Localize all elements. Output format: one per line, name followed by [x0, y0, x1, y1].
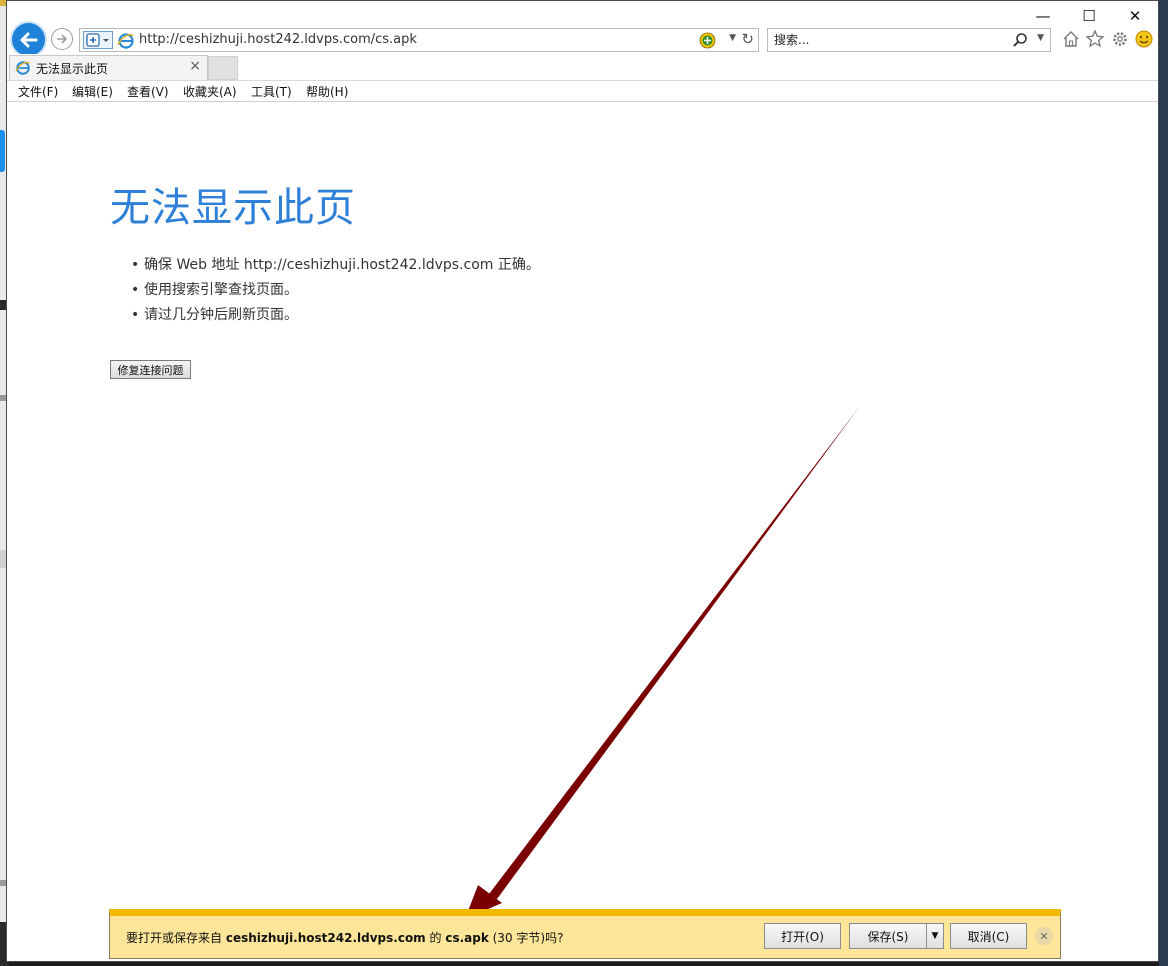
download-host: ceshizhuji.host242.ldvps.com: [225, 931, 426, 945]
save-dropdown-button[interactable]: ▼: [926, 923, 944, 949]
home-icon[interactable]: [1061, 29, 1081, 49]
forward-button[interactable]: [51, 28, 73, 50]
search-box[interactable]: ▼: [767, 28, 1051, 52]
menu-tools[interactable]: 工具(T): [251, 83, 292, 100]
tip-item: 使用搜索引擎查找页面。: [129, 280, 540, 305]
error-title: 无法显示此页: [110, 185, 356, 231]
back-button[interactable]: [10, 21, 47, 58]
menu-help[interactable]: 帮助(H): [306, 83, 348, 100]
error-tips-list: 确保 Web 地址 http://ceshizhuji.host242.ldvp…: [129, 255, 540, 330]
download-filename: cs.apk: [445, 931, 489, 945]
menu-bar: 文件(F) 编辑(E) 查看(V) 收藏夹(A) 工具(T) 帮助(H): [7, 80, 1158, 102]
url-text: http://ceshizhuji.host242.ldvps.com/cs.a…: [139, 32, 417, 47]
desktop-right-edge: [1159, 0, 1168, 966]
security-shield-icon[interactable]: [83, 31, 113, 49]
star-icon[interactable]: [1085, 29, 1105, 49]
close-window-button[interactable]: ✕: [1112, 3, 1158, 29]
fix-connection-button[interactable]: 修复连接问题: [110, 360, 191, 379]
tip-item: 确保 Web 地址 http://ceshizhuji.host242.ldvp…: [129, 255, 540, 280]
menu-view[interactable]: 查看(V): [127, 83, 169, 100]
address-bar[interactable]: http://ceshizhuji.host242.ldvps.com/cs.a…: [79, 28, 759, 52]
menu-favorites[interactable]: 收藏夹(A): [183, 83, 237, 100]
minimize-button[interactable]: —: [1020, 3, 1066, 29]
ie-page-icon: [117, 33, 134, 49]
refresh-icon[interactable]: ↻: [741, 30, 754, 48]
desktop-tile: [0, 130, 5, 172]
open-button[interactable]: 打开(O): [764, 923, 841, 949]
search-dropdown-icon[interactable]: ▼: [1037, 33, 1044, 43]
cancel-button[interactable]: 取消(C): [950, 923, 1027, 949]
arrow-right-icon: [57, 34, 68, 44]
ie-tab-icon: [15, 61, 30, 75]
title-bar: — ☐ ✕ http://ceshizhuji.host242.ldvps.co…: [7, 1, 1158, 58]
save-button[interactable]: 保存(S): [849, 923, 927, 949]
tab-title: 无法显示此页: [36, 62, 109, 76]
download-message: 要打开或保存来自 ceshizhuji.host242.ldvps.com 的 …: [126, 931, 564, 945]
search-icon[interactable]: [1012, 32, 1028, 48]
menu-edit[interactable]: 编辑(E): [72, 83, 113, 100]
arrow-left-icon: [20, 32, 37, 47]
menu-file[interactable]: 文件(F): [18, 83, 58, 100]
download-notification-bar: 要打开或保存来自 ceshizhuji.host242.ldvps.com 的 …: [109, 909, 1061, 959]
gear-icon[interactable]: [1110, 29, 1130, 49]
search-input[interactable]: [772, 31, 1002, 49]
tab-strip: 无法显示此页 ×: [7, 54, 1158, 80]
compatibility-view-icon[interactable]: [699, 32, 716, 49]
page-content: 无法显示此页 确保 Web 地址 http://ceshizhuji.host2…: [7, 103, 1158, 909]
close-notification-icon[interactable]: ✕: [1035, 927, 1053, 945]
browser-window: — ☐ ✕ http://ceshizhuji.host242.ldvps.co…: [6, 0, 1159, 962]
address-dropdown-icon[interactable]: ▼: [729, 33, 736, 43]
new-tab-button[interactable]: [208, 56, 238, 80]
tab-close-icon[interactable]: ×: [189, 58, 201, 74]
smiley-icon[interactable]: [1134, 29, 1154, 49]
tab-current[interactable]: 无法显示此页 ×: [9, 55, 208, 80]
maximize-button[interactable]: ☐: [1066, 3, 1112, 29]
tip-item: 请过几分钟后刷新页面。: [129, 305, 540, 330]
